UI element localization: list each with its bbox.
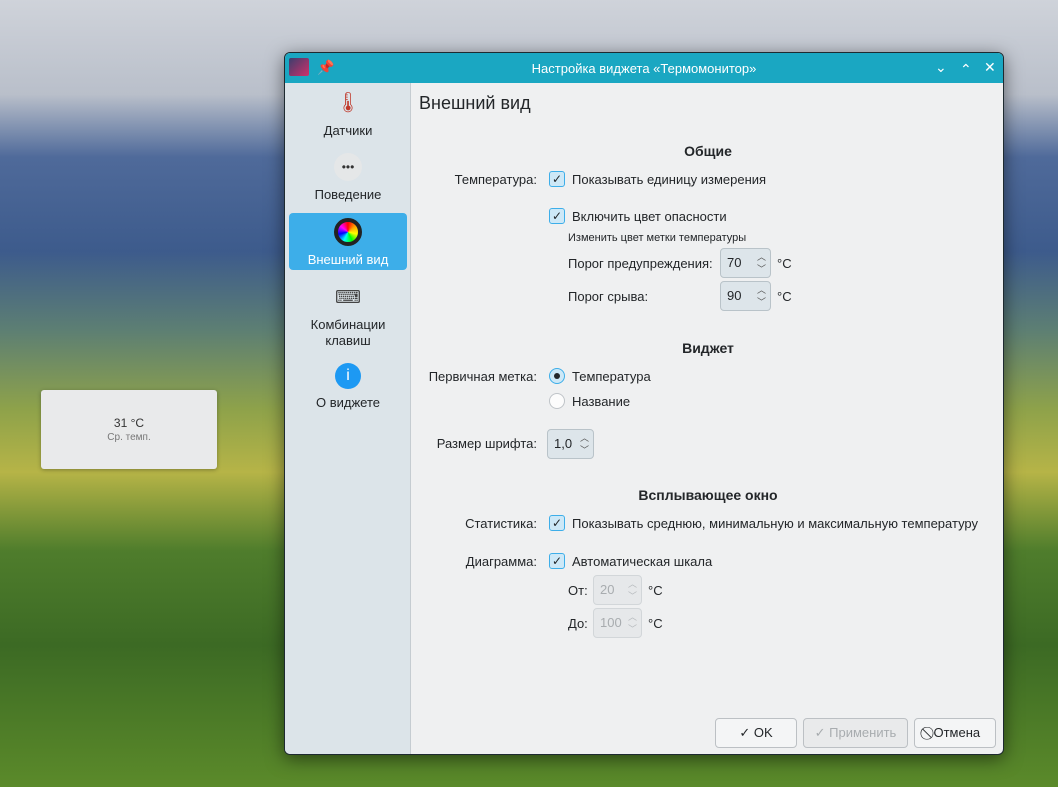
spin-arrows-icon[interactable]: ︿ ﹀	[757, 251, 766, 275]
crit-threshold-spinbox[interactable]: 90 ︿ ﹀	[720, 281, 771, 311]
section-popup: Всплывающее окно	[638, 487, 778, 503]
to-spinbox[interactable]: 100 ︿ ﹀	[593, 608, 642, 638]
stats-checkbox[interactable]: ✓	[549, 515, 565, 531]
window-title: Настройка виджета «Термомонитор»	[531, 61, 757, 76]
section-general: Общие	[684, 143, 732, 159]
from-label: От:	[568, 583, 588, 598]
desktop-thermo-widget[interactable]: 31 °C Ср. темп.	[41, 390, 217, 469]
to-label: До:	[568, 616, 588, 631]
color-wheel-icon	[334, 218, 362, 246]
close-icon[interactable]: ✕	[984, 59, 996, 76]
spin-arrows-icon[interactable]: ︿ ﹀	[628, 611, 637, 635]
sidebar-item-appearance[interactable]: Внешний вид	[289, 213, 407, 270]
warn-unit: °C	[777, 256, 792, 271]
stats-text: Показывать среднюю, минимальную и максим…	[572, 516, 979, 531]
page-title: Внешний вид	[419, 93, 531, 113]
from-unit: °C	[648, 583, 663, 598]
radio-temperature[interactable]	[549, 368, 565, 384]
widget-temp: 31 °C	[113, 416, 145, 430]
font-size-spinbox[interactable]: 1,0 ︿ ﹀	[547, 429, 594, 459]
warn-label: Порог предупреждения:	[568, 256, 713, 271]
widget-label: Ср. темп.	[107, 432, 151, 443]
sidebar-item-label: Комбинации клавиш	[310, 317, 386, 348]
crit-value: 90	[727, 288, 742, 303]
spin-arrows-icon[interactable]: ︿ ﹀	[580, 432, 589, 456]
font-size-label: Размер шрифта:	[436, 436, 537, 451]
to-value: 100	[600, 615, 622, 630]
font-size-value: 1,0	[554, 436, 573, 451]
auto-scale-text: Автоматическая шкала	[572, 554, 713, 569]
title-bar[interactable]: 📌 Настройка виджета «Термомонитор» ⌄ ⌃ ✕	[285, 53, 1003, 83]
sidebar-item-label: Датчики	[323, 123, 373, 138]
sidebar-item-shortcuts[interactable]: ⌨ Комбинации клавиш	[289, 283, 407, 349]
danger-color-checkbox[interactable]: ✓	[549, 208, 565, 224]
crit-label: Порог срыва:	[568, 289, 649, 304]
chart-label: Диаграмма:	[465, 554, 537, 569]
warn-value: 70	[727, 255, 742, 270]
warn-threshold-spinbox[interactable]: 70 ︿ ﹀	[720, 248, 771, 278]
sidebar-item-sensors[interactable]: 🌡 Датчики	[289, 89, 407, 143]
stats-label: Статистика:	[465, 516, 537, 531]
keyboard-icon: ⌨	[335, 287, 361, 307]
radio-name-text: Название	[572, 394, 631, 409]
more-icon: •••	[334, 153, 362, 181]
spin-arrows-icon[interactable]: ︿ ﹀	[628, 578, 637, 602]
show-unit-text: Показывать единицу измерения	[572, 172, 767, 187]
sidebar-item-label: Поведение	[314, 187, 382, 202]
auto-scale-checkbox[interactable]: ✓	[549, 553, 565, 569]
sidebar-item-label: О виджете	[315, 395, 380, 410]
show-unit-checkbox[interactable]: ✓	[549, 171, 565, 187]
sidebar-item-label: Внешний вид	[307, 252, 389, 267]
sidebar-item-about[interactable]: i О виджете	[289, 363, 407, 413]
sidebar: 🌡 Датчики ••• Поведение Внешний вид ⌨ Ко…	[285, 83, 411, 754]
danger-color-text: Включить цвет опасности	[572, 209, 727, 224]
spin-arrows-icon[interactable]: ︿ ﹀	[757, 284, 766, 308]
maximize-icon[interactable]: ⌃	[960, 61, 972, 78]
radio-name[interactable]	[549, 393, 565, 409]
thermometer-icon: 🌡	[335, 92, 361, 114]
temperature-label: Температура:	[454, 172, 537, 187]
to-unit: °C	[648, 616, 663, 631]
crit-unit: °C	[777, 289, 792, 304]
from-value: 20	[600, 582, 615, 597]
minimize-icon[interactable]: ⌄	[935, 59, 947, 76]
danger-hint: Изменить цвет метки температуры	[568, 232, 747, 244]
from-spinbox[interactable]: 20 ︿ ﹀	[593, 575, 642, 605]
ok-button[interactable]: ✓ OK	[715, 718, 797, 748]
apply-button[interactable]: ✓ Применить	[803, 718, 908, 748]
primary-label: Первичная метка:	[428, 369, 537, 384]
info-icon: i	[335, 363, 361, 389]
section-widget: Виджет	[682, 340, 734, 356]
cancel-button[interactable]: ⃠ Отмена	[914, 718, 996, 748]
settings-window: 📌 Настройка виджета «Термомонитор» ⌄ ⌃ ✕…	[284, 52, 1004, 755]
radio-temperature-text: Температура	[572, 369, 651, 384]
sidebar-item-behavior[interactable]: ••• Поведение	[289, 153, 407, 207]
